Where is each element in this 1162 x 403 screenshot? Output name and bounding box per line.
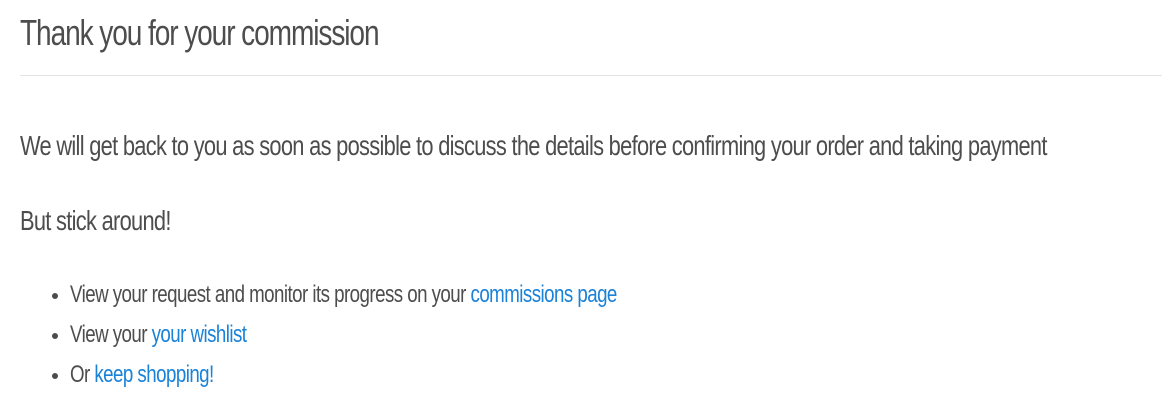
list-item-text: View your request and monitor its progre… [70, 278, 617, 312]
keep-shopping-link[interactable]: keep shopping! [94, 361, 214, 388]
wishlist-link[interactable]: your wishlist [152, 321, 247, 348]
list-item-text: View your your wishlist [70, 318, 247, 352]
list-item-prefix: Or [70, 361, 95, 388]
confirmation-message: We will get back to you as soon as possi… [20, 130, 1047, 161]
bullet-icon [52, 293, 58, 299]
confirmation-page: Thank you for your commission We will ge… [0, 0, 1162, 403]
stick-around-message: But stick around! [20, 205, 171, 236]
page-title: Thank you for your commission [20, 12, 380, 53]
bullet-icon [52, 373, 58, 379]
list-item-prefix: View your [70, 321, 152, 348]
bullet-icon [52, 333, 58, 339]
list-item-prefix: View your request and monitor its progre… [70, 281, 471, 308]
list-item-text: Or keep shopping! [70, 358, 214, 392]
title-divider [20, 75, 1162, 76]
commissions-page-link[interactable]: commissions page [471, 281, 618, 308]
